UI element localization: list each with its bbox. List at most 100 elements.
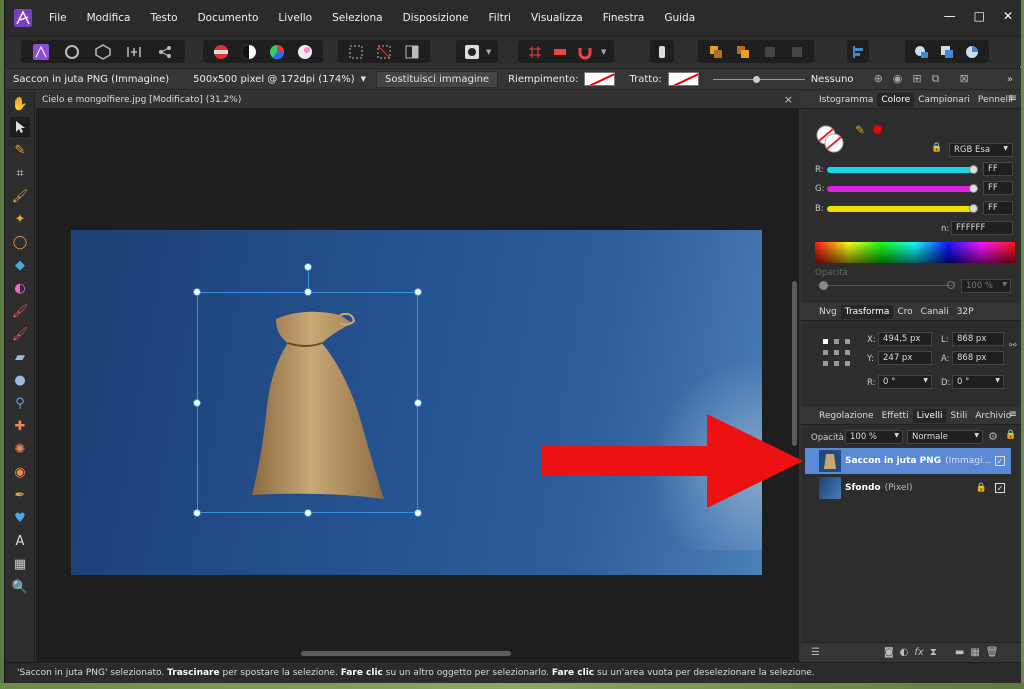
- color-picker-icon[interactable]: ✎: [10, 140, 30, 160]
- align-center-icon[interactable]: ⊞: [912, 72, 921, 86]
- fill-swatch[interactable]: [584, 72, 616, 86]
- selection-bounding-box[interactable]: [193, 263, 422, 517]
- eyedropper-icon[interactable]: ✎: [855, 123, 865, 137]
- menu-filtri[interactable]: Filtri: [488, 12, 510, 24]
- shear-field[interactable]: 0 ° ▼: [952, 375, 1004, 389]
- layer-row-sack[interactable]: Saccon in juta PNG (Immagi... ✓: [805, 448, 1011, 474]
- menu-seleziona[interactable]: Seleziona: [332, 12, 382, 24]
- x-field[interactable]: 494,5 px: [878, 332, 932, 346]
- deselect-icon[interactable]: [375, 43, 393, 61]
- crop-tool-icon[interactable]: ⌗: [10, 163, 30, 183]
- opacity-slider[interactable]: [821, 285, 953, 286]
- arrange-disabled-icon[interactable]: [761, 43, 779, 61]
- menu-livello[interactable]: Livello: [278, 12, 312, 24]
- rotation-handle[interactable]: [304, 263, 312, 271]
- pen-tool-icon[interactable]: ✒: [10, 485, 30, 505]
- tab-livelli[interactable]: Livelli: [912, 408, 947, 423]
- tab-trasforma[interactable]: Trasforma: [840, 304, 894, 319]
- photo-persona-icon[interactable]: [32, 43, 50, 61]
- healing-tool-icon[interactable]: ✚: [10, 416, 30, 436]
- tone-mapping-persona-icon[interactable]: [125, 43, 143, 61]
- color-balance-icon[interactable]: [268, 43, 286, 61]
- panel-menu-icon[interactable]: ≡: [1009, 93, 1017, 104]
- color-spectrum[interactable]: [815, 242, 1015, 263]
- guides-icon[interactable]: [551, 43, 569, 61]
- delete-layer-icon[interactable]: 🗑: [986, 647, 999, 658]
- blend-mode-select[interactable]: Normale ▼: [907, 430, 983, 444]
- height-field[interactable]: 868 px: [952, 351, 1004, 365]
- blue-value-field[interactable]: FF: [983, 201, 1013, 215]
- red-slider-knob[interactable]: [969, 165, 978, 174]
- chevron-down-icon[interactable]: ▼: [361, 75, 366, 83]
- visibility-checkbox[interactable]: ✓: [995, 483, 1005, 493]
- shape-tool-icon[interactable]: ♥: [10, 508, 30, 528]
- liquify-persona-icon[interactable]: [63, 43, 81, 61]
- grid-icon[interactable]: [526, 43, 544, 61]
- menu-guida[interactable]: Guida: [664, 12, 695, 24]
- menu-modifica[interactable]: Modifica: [87, 12, 131, 24]
- subtract-shape-icon[interactable]: [938, 43, 956, 61]
- add-layer-icon[interactable]: ▦: [970, 647, 979, 658]
- red-value-field[interactable]: FF: [983, 162, 1013, 176]
- close-window-button[interactable]: ✕: [1003, 9, 1013, 23]
- horizontal-scrollbar[interactable]: [301, 651, 511, 656]
- resize-handle[interactable]: [193, 399, 201, 407]
- layer-opacity-field[interactable]: 100 % ▼: [845, 430, 903, 444]
- minimize-button[interactable]: —: [944, 9, 956, 23]
- width-field[interactable]: 868 px: [952, 332, 1004, 346]
- color-replacement-icon[interactable]: 🖌: [10, 324, 30, 344]
- panel-menu-icon[interactable]: ≡: [1009, 409, 1017, 420]
- group-folder-icon[interactable]: ▬: [955, 647, 964, 658]
- blue-slider[interactable]: [827, 206, 975, 212]
- fill-stroke-swatches-icon[interactable]: [815, 123, 851, 155]
- tab-campionari[interactable]: Campionari: [914, 93, 974, 107]
- menu-testo[interactable]: Testo: [150, 12, 177, 24]
- move-tool-icon[interactable]: [10, 117, 30, 137]
- quick-mask-icon[interactable]: [463, 43, 481, 61]
- affinity-logo-icon[interactable]: [13, 8, 33, 28]
- export-persona-icon[interactable]: [156, 43, 174, 61]
- menu-disposizione[interactable]: Disposizione: [403, 12, 469, 24]
- view-icon[interactable]: ◉: [893, 72, 903, 86]
- tab-canali[interactable]: Canali: [917, 305, 953, 319]
- hex-field[interactable]: FFFFFF: [951, 221, 1013, 235]
- layer-row-background[interactable]: Sfondo (Pixel) 🔒 ✓: [805, 475, 1011, 501]
- invert-selection-icon[interactable]: [403, 43, 421, 61]
- gear-icon[interactable]: ⚙: [988, 430, 998, 443]
- stroke-width-slider[interactable]: [712, 75, 805, 83]
- add-shape-icon[interactable]: [913, 43, 931, 61]
- green-value-field[interactable]: FF: [983, 181, 1013, 195]
- tab-effetti[interactable]: Effetti: [878, 409, 913, 423]
- transform-icon[interactable]: ⊠: [959, 72, 968, 86]
- gradient-tool-icon[interactable]: ◐: [10, 278, 30, 298]
- opacity-knob[interactable]: [819, 281, 828, 290]
- tab-cronologia[interactable]: Cro: [893, 305, 916, 319]
- replace-image-button[interactable]: Sostituisci immagine: [376, 70, 499, 88]
- lock-icon[interactable]: 🔒: [1005, 430, 1016, 440]
- red-slider[interactable]: [827, 167, 975, 173]
- live-filter-icon[interactable]: ⧗: [930, 647, 937, 658]
- select-all-icon[interactable]: [347, 43, 365, 61]
- flood-select-icon[interactable]: ✦: [10, 209, 30, 229]
- transform-origin-icon[interactable]: ⊕: [874, 72, 883, 86]
- develop-persona-icon[interactable]: [94, 43, 112, 61]
- chevron-down-icon[interactable]: ▼: [486, 48, 491, 56]
- dodge-tool-icon[interactable]: ●: [10, 370, 30, 390]
- document-area[interactable]: Cielo e mongolfiere.jpg [Modificato] (31…: [36, 91, 799, 662]
- y-field[interactable]: 247 px: [878, 351, 932, 365]
- opacity-field[interactable]: 100 % ▼: [961, 279, 1011, 293]
- resize-handle[interactable]: [193, 288, 201, 296]
- zoom-tool-icon[interactable]: 🔍: [10, 577, 30, 597]
- overflow-icon[interactable]: »: [1007, 74, 1013, 85]
- resize-handle[interactable]: [193, 509, 201, 517]
- lock-icon[interactable]: 🔒: [931, 143, 942, 153]
- green-slider[interactable]: [827, 186, 975, 192]
- adjustment-layer-icon[interactable]: ◐: [900, 647, 909, 658]
- close-document-icon[interactable]: ×: [784, 93, 793, 106]
- arrange-icon[interactable]: ⧉: [932, 72, 940, 86]
- resize-handle[interactable]: [304, 509, 312, 517]
- selection-brush-icon[interactable]: 🖌: [10, 186, 30, 206]
- tab-regolazione[interactable]: Regolazione: [815, 409, 878, 423]
- align-icon[interactable]: [851, 43, 867, 61]
- resize-handle[interactable]: [304, 288, 312, 296]
